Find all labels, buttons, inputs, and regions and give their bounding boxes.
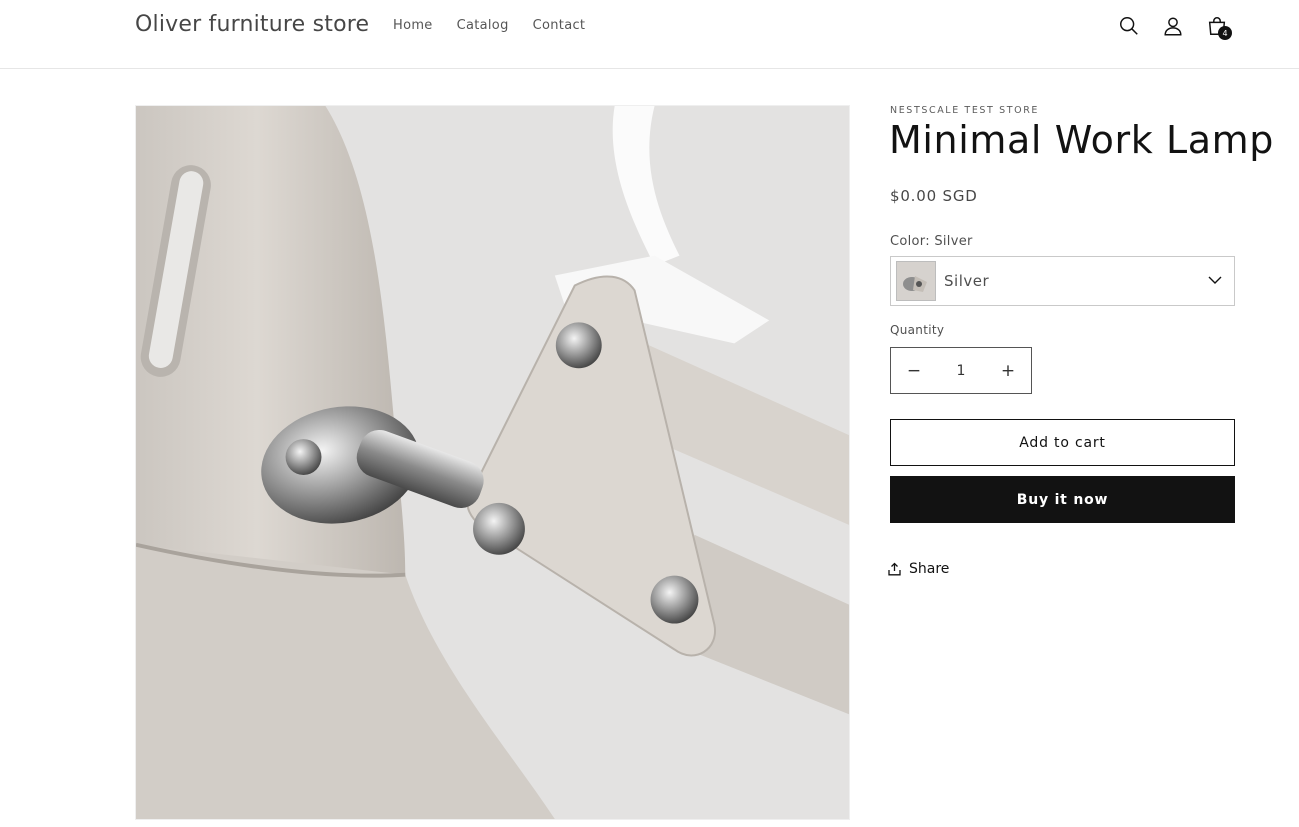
product-vendor: NESTSCALE TEST STORE [890,105,1039,116]
quantity-increase-button[interactable]: + [985,348,1031,393]
nav-contact[interactable]: Contact [533,18,586,33]
lamp-photo [136,106,849,819]
cart-icon[interactable]: 4 [1205,13,1232,40]
color-label: Color: Silver [890,234,973,249]
share-icon [888,562,901,576]
color-select-value: Silver [944,272,990,290]
site-header: Oliver furniture store Home Catalog Cont… [0,0,1299,69]
share-label: Share [909,561,950,577]
nav-catalog[interactable]: Catalog [457,18,509,33]
store-logo-link[interactable]: Oliver furniture store [135,12,369,37]
quantity-decrease-button[interactable]: − [891,348,937,393]
quantity-stepper: − 1 + [890,347,1032,394]
product-image[interactable] [135,105,850,820]
color-select[interactable]: Silver [890,256,1235,306]
chevron-down-icon [1208,276,1222,284]
variant-thumbnail [896,261,936,301]
search-icon[interactable] [1117,13,1141,39]
add-to-cart-button[interactable]: Add to cart [890,419,1235,466]
quantity-input[interactable]: 1 [938,363,984,379]
main-nav: Home Catalog Contact [393,18,585,33]
account-icon[interactable] [1161,13,1185,39]
quantity-label: Quantity [890,323,945,337]
buy-now-button[interactable]: Buy it now [890,476,1235,523]
share-button[interactable]: Share [888,561,949,577]
nav-home[interactable]: Home [393,18,433,33]
product-title: Minimal Work Lamp [889,118,1275,162]
cart-count-badge: 4 [1218,26,1232,40]
product-price: $0.00 SGD [890,187,978,205]
